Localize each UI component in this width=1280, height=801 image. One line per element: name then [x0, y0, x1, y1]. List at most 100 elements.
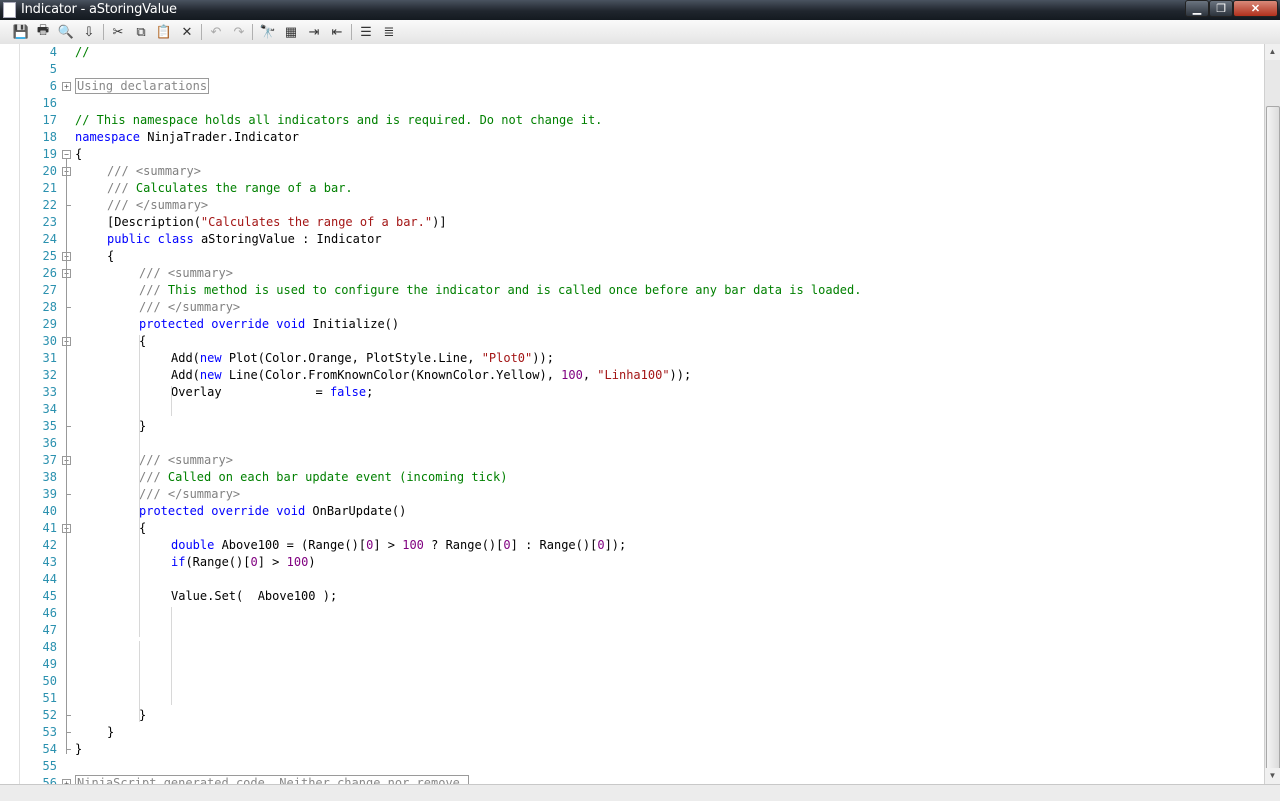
code-text: }	[107, 725, 115, 739]
code-line[interactable]: 54}	[0, 741, 1264, 758]
code-text: Overlay = false;	[171, 385, 374, 399]
line-number: 27	[42, 283, 57, 297]
save-icon[interactable]: 💾	[12, 23, 30, 41]
close-button[interactable]: ✕	[1233, 0, 1278, 17]
code-line[interactable]: 20−/// <summary>	[0, 163, 1264, 180]
code-text: Add(new Line(Color.FromKnownColor(KnownC…	[171, 368, 692, 382]
code-text: Value.Set( Above100 );	[171, 589, 338, 603]
fold-connector	[66, 159, 67, 754]
expand-region-icon[interactable]: +	[62, 82, 71, 91]
line-number: 30	[42, 334, 57, 348]
code-line[interactable]: 51	[0, 690, 1264, 707]
document-icon	[3, 2, 16, 18]
maximize-button[interactable]: ❐	[1209, 0, 1233, 17]
code-line[interactable]: 29 protected override void Initialize()	[0, 316, 1264, 333]
print-icon[interactable]: 🖶	[34, 22, 52, 41]
code-text: public class aStoringValue : Indicator	[107, 232, 382, 246]
code-line[interactable]: 4 //	[0, 44, 1264, 61]
code-line[interactable]: 46	[0, 605, 1264, 622]
paste-icon[interactable]: 📋	[155, 23, 173, 41]
code-line[interactable]: 55	[0, 758, 1264, 775]
cut-icon[interactable]: ✂	[109, 23, 127, 41]
code-line[interactable]: 53}	[0, 724, 1264, 741]
code-text: /// <summary>	[139, 453, 233, 467]
print-preview-icon[interactable]: 🔍	[57, 23, 75, 41]
code-line[interactable]: 22 /// </summary>	[0, 197, 1264, 214]
code-line[interactable]: 47	[0, 622, 1264, 639]
code-line[interactable]: 23 [Description("Calculates the range of …	[0, 214, 1264, 231]
toolbar: 💾 🖶 🔍 ⇩ ✂ ⧉ 📋 ✕ ↶ ↷ 🔭 ▦ ⇥ ⇤ ☰ ≣	[0, 20, 1280, 45]
code-line[interactable]: 34	[0, 401, 1264, 418]
code-line[interactable]: 44	[0, 571, 1264, 588]
redo-icon[interactable]: ↷	[230, 23, 248, 41]
code-line[interactable]: 56 + NinjaScript generated code. Neither c…	[0, 775, 1264, 784]
code-line[interactable]: 49	[0, 656, 1264, 673]
code-text: {	[75, 147, 83, 161]
code-line[interactable]: 19−{	[0, 146, 1264, 163]
code-text: /// </summary>	[139, 487, 241, 501]
code-line[interactable]: 17 // This namespace holds all indicators…	[0, 112, 1264, 129]
find-icon[interactable]: 🔭	[259, 23, 277, 41]
code-line[interactable]: 31 Add(new Plot(Color.Orange, PlotStyle.L…	[0, 350, 1264, 367]
collapse-region-icon[interactable]: −	[62, 150, 71, 159]
code-line[interactable]: 39 /// </summary>	[0, 486, 1264, 503]
line-number: 55	[42, 759, 57, 773]
title-bar: Indicator - aStoringValue ▁ ❐ ✕	[0, 0, 1280, 20]
indent-icon[interactable]: ⇥	[305, 23, 323, 41]
minimize-button[interactable]: ▁	[1185, 0, 1209, 17]
scroll-down-icon[interactable]: ▼	[1265, 768, 1280, 784]
code-line[interactable]: 32 Add(new Line(Color.FromKnownColor(Know…	[0, 367, 1264, 384]
code-line[interactable]: 35}	[0, 418, 1264, 435]
replace-icon[interactable]: ▦	[282, 23, 300, 41]
line-number: 50	[42, 674, 57, 688]
code-text: Using declarations	[75, 78, 210, 94]
undo-icon[interactable]: ↶	[207, 23, 225, 41]
indent-guide	[139, 335, 140, 637]
code-line[interactable]: 38 /// Called on each bar update event (i…	[0, 469, 1264, 486]
compile-icon[interactable]: ⇩	[80, 23, 98, 41]
code-line[interactable]: 42 double Above100 = (Range()[0] > 100 ? …	[0, 537, 1264, 554]
code-line[interactable]: 48	[0, 639, 1264, 656]
code-text: /// </summary>	[107, 198, 209, 212]
code-line[interactable]: 21 /// Calculates the range of a bar.	[0, 180, 1264, 197]
code-line[interactable]: 33 Overlay = false;	[0, 384, 1264, 401]
code-line[interactable]: 18 namespace NinjaTrader.Indicator	[0, 129, 1264, 146]
code-line[interactable]: 26−/// <summary>	[0, 265, 1264, 282]
code-line[interactable]: 36	[0, 435, 1264, 452]
line-number: 24	[42, 232, 57, 246]
outdent-icon[interactable]: ⇤	[328, 23, 346, 41]
code-line[interactable]: 25−{	[0, 248, 1264, 265]
code-line[interactable]: 45 Value.Set( Above100 );	[0, 588, 1264, 605]
code-editor[interactable]: 4//5 6 + Using declarations 16 17// This name…	[0, 44, 1264, 784]
code-text: if(Range()[0] > 100)	[171, 555, 316, 569]
code-line[interactable]: 30−{	[0, 333, 1264, 350]
delete-icon[interactable]: ✕	[178, 23, 196, 41]
line-number: 25	[42, 249, 57, 263]
line-number: 36	[42, 436, 57, 450]
code-line[interactable]: 28 /// </summary>	[0, 299, 1264, 316]
code-line[interactable]: 27 /// This method is used to configure t…	[0, 282, 1264, 299]
code-line[interactable]: 52}	[0, 707, 1264, 724]
scroll-thumb[interactable]	[1266, 106, 1280, 778]
code-line[interactable]: 16	[0, 95, 1264, 112]
vertical-scrollbar[interactable]: ▲ ▼	[1264, 44, 1280, 784]
code-line[interactable]: 50	[0, 673, 1264, 690]
code-text: [Description("Calculates the range of a …	[107, 215, 447, 229]
comment-icon[interactable]: ☰	[357, 23, 375, 41]
uncomment-icon[interactable]: ≣	[380, 23, 398, 41]
window-title: Indicator - aStoringValue	[21, 2, 177, 17]
code-line[interactable]: 40 protected override void OnBarUpdate()	[0, 503, 1264, 520]
scroll-up-icon[interactable]: ▲	[1265, 44, 1280, 60]
code-line[interactable]: 5	[0, 61, 1264, 78]
copy-icon[interactable]: ⧉	[132, 23, 150, 41]
line-number: 16	[42, 96, 57, 110]
code-line[interactable]: 43 if(Range()[0] > 100)	[0, 554, 1264, 571]
code-line[interactable]: 6 + Using declarations	[0, 78, 1264, 95]
code-text: /// Called on each bar update event (inc…	[139, 470, 508, 484]
code-line[interactable]: 37−/// <summary>	[0, 452, 1264, 469]
line-number: 17	[42, 113, 57, 127]
line-number: 41	[42, 521, 57, 535]
code-text: namespace NinjaTrader.Indicator	[75, 130, 299, 144]
code-line[interactable]: 41−{	[0, 520, 1264, 537]
code-line[interactable]: 24 public class aStoringValue : Indicator	[0, 231, 1264, 248]
